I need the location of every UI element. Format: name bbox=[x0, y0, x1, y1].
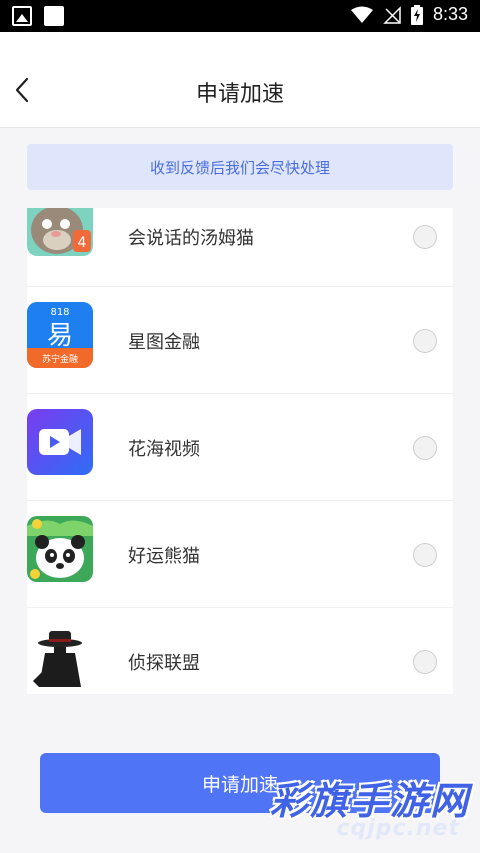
battery-charging-icon bbox=[410, 4, 423, 25]
list-item[interactable]: 花海视频 bbox=[27, 394, 453, 501]
detective-icon bbox=[27, 623, 93, 689]
tom-cat-icon: 4 bbox=[27, 208, 93, 256]
no-signal-icon bbox=[383, 5, 401, 24]
app-header: 申请加速 bbox=[0, 32, 480, 128]
photo-icon bbox=[12, 6, 32, 26]
notice-text: 收到反馈后我们会尽快处理 bbox=[149, 158, 330, 177]
radio-button[interactable] bbox=[413, 436, 437, 460]
radio-button[interactable] bbox=[413, 543, 437, 567]
status-time: 8:33 bbox=[432, 4, 468, 24]
video-camera-icon bbox=[27, 409, 93, 475]
list-item[interactable]: 818 易 苏宁金融 星图金融 bbox=[27, 287, 453, 394]
list-item[interactable]: 好运熊猫 bbox=[27, 501, 453, 608]
app-name: 星图金融 bbox=[128, 332, 200, 353]
star-finance-icon: 818 易 苏宁金融 bbox=[27, 302, 93, 368]
status-bar: 8:33 bbox=[0, 0, 480, 32]
wifi-icon bbox=[350, 6, 373, 23]
list-item[interactable]: 侦探联盟 bbox=[27, 608, 453, 694]
app-list: 4 会说话的汤姆猫 818 易 苏宁金融 星图金融 花海视频 好运熊猫 侦探联盟 bbox=[27, 208, 453, 694]
app-name: 侦探联盟 bbox=[128, 653, 200, 674]
radio-button[interactable] bbox=[413, 225, 437, 249]
app-name: 好运熊猫 bbox=[128, 546, 200, 567]
svg-text:4: 4 bbox=[78, 235, 87, 251]
radio-button[interactable] bbox=[413, 329, 437, 353]
radio-button[interactable] bbox=[413, 650, 437, 674]
icon-badge: 818 bbox=[50, 307, 69, 318]
app-name: 会说话的汤姆猫 bbox=[128, 228, 254, 249]
notice-banner: 收到反馈后我们会尽快处理 bbox=[27, 144, 453, 190]
icon-caption: 苏宁金融 bbox=[42, 353, 78, 365]
list-item[interactable]: 4 会说话的汤姆猫 bbox=[27, 208, 453, 287]
watermark: 彩旗手游网 cqjpc.net bbox=[240, 770, 480, 850]
app-name: 花海视频 bbox=[128, 439, 200, 460]
icon-text: 易 bbox=[47, 321, 73, 351]
page-title: 申请加速 bbox=[195, 82, 284, 107]
panda-icon bbox=[27, 516, 93, 582]
watermark-sub: cqjpc.net bbox=[336, 816, 460, 841]
square-icon bbox=[44, 6, 64, 26]
